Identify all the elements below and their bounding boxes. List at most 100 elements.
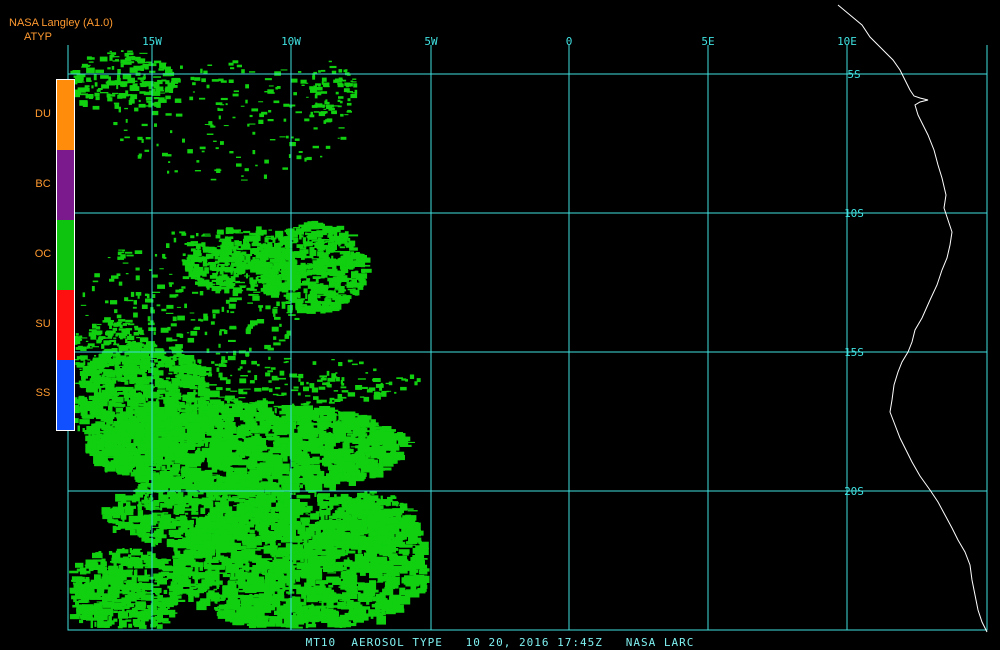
aerosol-pixel (416, 551, 422, 558)
aerosol-pixel (368, 532, 376, 537)
aerosol-pixel (227, 497, 239, 502)
aerosol-pixel (165, 419, 168, 426)
aerosol-pixel (157, 613, 163, 618)
aerosol-pixel (125, 616, 132, 619)
aerosol-pixel (371, 429, 375, 438)
aerosol-pixel (404, 506, 408, 511)
aerosol-pixel (189, 586, 197, 589)
aerosol-pixel (336, 508, 346, 510)
aerosol-pixel (202, 603, 205, 607)
aerosol-pixel (344, 436, 356, 442)
aerosol-pixel (181, 415, 186, 420)
aerosol-pixel (360, 616, 364, 622)
aerosol-pixel (120, 412, 127, 416)
aerosol-pixel (305, 513, 309, 515)
aerosol-pixel (327, 536, 331, 544)
aerosol-pixel (367, 516, 377, 524)
aerosol-pixel (398, 552, 402, 554)
aerosol-pixel (355, 582, 365, 585)
aerosol-pixel (357, 592, 361, 602)
aerosol-pixel (87, 601, 90, 603)
aerosol-pixel (128, 515, 139, 523)
aerosol-pixel (306, 427, 319, 437)
aerosol-pixel (363, 501, 368, 507)
aerosol-pixel (170, 493, 179, 500)
aerosol-pixel (138, 536, 143, 538)
aerosol-pixel (283, 567, 295, 574)
aerosol-pixel (106, 437, 116, 440)
aerosol-pixel (226, 585, 232, 595)
aerosol-pixel (220, 429, 234, 437)
aerosol-pixel (376, 600, 379, 603)
aerosol-pixel (385, 439, 389, 443)
aerosol-pixel (123, 419, 131, 421)
aerosol-pixel (185, 407, 190, 415)
aerosol-pixel (127, 407, 133, 410)
aerosol-pixel (371, 426, 386, 429)
aerosol-pixel (145, 557, 158, 565)
aerosol-pixel (99, 439, 105, 441)
aerosol-pixel (96, 441, 105, 448)
aerosol-pixel (169, 609, 176, 618)
aerosol-pixel (148, 514, 158, 517)
aerosol-pixel (241, 606, 255, 610)
aerosol-pixel (370, 419, 376, 425)
aerosol-pixel (312, 620, 320, 623)
aerosol-pixel (196, 601, 207, 611)
aerosol-pixel (343, 515, 349, 520)
aerosol-pixel (399, 444, 412, 447)
aerosol-pixel (201, 418, 212, 422)
aerosol-pixel (267, 518, 279, 521)
aerosol-pixel (138, 383, 143, 389)
aerosol-pixel (174, 435, 183, 437)
aerosol-pixel (262, 586, 270, 592)
aerosol-pixel (274, 431, 281, 435)
aerosol-pixel (407, 510, 418, 512)
aerosol-pixel (274, 408, 277, 414)
aerosol-pixel (256, 438, 270, 440)
aerosol-pixel (182, 457, 188, 461)
aerosol-pixel (358, 543, 367, 549)
aerosol-pixel (115, 508, 125, 515)
aerosol-pixel (138, 501, 142, 509)
aerosol-pixel (161, 504, 171, 508)
aerosol-region (69, 50, 430, 629)
aerosol-pixel (250, 422, 258, 430)
aerosol-pixel (203, 449, 209, 454)
aerosol-pixel (358, 613, 369, 621)
aerosol-pixel (126, 582, 133, 590)
aerosol-pixel (242, 565, 248, 570)
aerosol-pixel (141, 558, 152, 561)
aerosol-pixel (246, 582, 260, 585)
aerosol-pixel (310, 469, 321, 472)
aerosol-pixel (394, 526, 397, 531)
aerosol-pixel (173, 395, 179, 403)
aerosol-pixel (318, 421, 332, 425)
aerosol-pixel (377, 531, 387, 534)
aerosol-pixel (154, 392, 160, 397)
aerosol-pixel (223, 458, 233, 460)
aerosol-pixel (366, 509, 371, 514)
aerosol-pixel (363, 536, 373, 544)
aerosol-pixel (337, 469, 343, 473)
aerosol-pixel (239, 488, 243, 491)
aerosol-pixel (306, 594, 319, 600)
aerosol-pixel (407, 561, 415, 570)
aerosol-pixel (304, 481, 309, 487)
aerosol-pixel (401, 527, 405, 535)
aerosol-pixel (85, 435, 94, 442)
aerosol-pixel (234, 559, 244, 568)
aerosol-pixel (212, 476, 217, 479)
aerosol-pixel (182, 496, 187, 502)
aerosol-pixel (370, 470, 375, 479)
aerosol-pixel (367, 461, 378, 465)
aerosol-pixel (223, 556, 229, 566)
aerosol-pixel (90, 585, 93, 588)
aerosol-pixel (252, 565, 261, 574)
aerosol-pixel (325, 418, 337, 421)
aerosol-pixel (102, 573, 108, 579)
aerosol-pixel (191, 397, 194, 400)
aerosol-pixel (371, 493, 375, 495)
aerosol-pixel (308, 539, 319, 550)
aerosol-pixel (335, 526, 338, 529)
